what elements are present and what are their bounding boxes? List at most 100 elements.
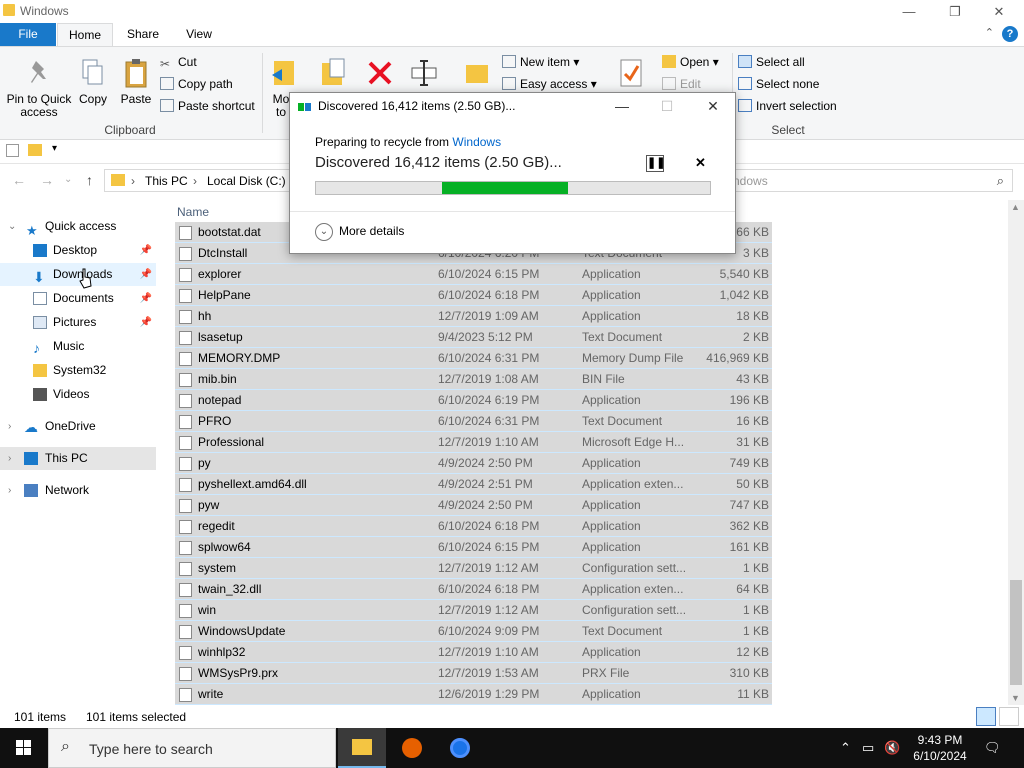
tab-share[interactable]: Share <box>116 23 170 46</box>
nav-item-pictures[interactable]: Pictures 📌 <box>0 311 156 334</box>
table-row[interactable]: system 12/7/2019 1:12 AM Configuration set… <box>175 558 772 579</box>
chevron-right-icon[interactable]: › <box>8 415 11 438</box>
table-row[interactable]: explorer 6/10/2024 6:15 PM Application 5,54… <box>175 264 772 285</box>
pin-to-quick-access-button[interactable]: Pin to Quick access <box>4 57 74 119</box>
new-folder-button[interactable] <box>462 57 492 93</box>
chevron-right-icon[interactable]: › <box>8 479 11 502</box>
easy-access-button[interactable]: Easy access ▾ <box>502 74 597 94</box>
start-button[interactable] <box>0 728 48 768</box>
scroll-up-icon[interactable]: ▲ <box>1011 202 1020 212</box>
nav-network[interactable]: › Network <box>0 479 156 502</box>
open-button[interactable]: Open ▾ <box>662 52 719 72</box>
pause-button[interactable]: ❚❚ <box>646 155 665 172</box>
source-folder-link[interactable]: Windows <box>452 135 501 149</box>
more-details-button[interactable]: ⌄ More details <box>315 223 404 241</box>
properties-qat-icon[interactable] <box>6 144 19 157</box>
cancel-operation-button[interactable]: ✕ <box>695 155 706 171</box>
details-view-icon[interactable] <box>976 707 996 726</box>
large-icons-view-icon[interactable] <box>999 707 1019 726</box>
nav-onedrive[interactable]: › ☁ OneDrive <box>0 415 156 438</box>
chevron-right-icon[interactable]: › <box>193 174 197 188</box>
table-row[interactable]: pyshellext.amd64.dll 4/9/2024 2:51 PM Appl… <box>175 474 772 495</box>
table-row[interactable]: WindowsUpdate 6/10/2024 9:09 PM Text Docum… <box>175 621 772 642</box>
table-row[interactable]: Professional 12/7/2019 1:10 AM Microsoft E… <box>175 432 772 453</box>
table-row[interactable]: twain_32.dll 6/10/2024 6:18 PM Application… <box>175 579 772 600</box>
chevron-down-icon[interactable]: ⌄ <box>8 215 16 238</box>
maximize-button[interactable]: ❐ <box>932 0 978 23</box>
paste-button[interactable]: Paste <box>118 57 154 106</box>
nav-item-music[interactable]: ♪ Music <box>0 335 156 358</box>
chevron-right-icon[interactable]: › <box>8 447 11 470</box>
breadcrumb-this-pc[interactable]: This PC <box>145 174 188 188</box>
table-row[interactable]: pyw 4/9/2024 2:50 PM Application 747 KB <box>175 495 772 516</box>
nav-item-documents[interactable]: Documents 📌 <box>0 287 156 310</box>
rename-button[interactable] <box>406 57 442 93</box>
address-bar[interactable]: › This PC › Local Disk (C:) <box>104 169 304 192</box>
scrollbar-thumb[interactable] <box>1010 580 1022 685</box>
invert-selection-button[interactable]: Invert selection <box>738 96 837 116</box>
tab-file[interactable]: File <box>0 23 56 46</box>
forward-arrow-icon[interactable]: → <box>40 172 54 188</box>
help-icon[interactable]: ? <box>1002 26 1018 42</box>
nav-item-desktop[interactable]: Desktop 📌 <box>0 239 156 262</box>
table-row[interactable]: mib.bin 12/7/2019 1:08 AM BIN File 43 KB <box>175 369 772 390</box>
table-row[interactable]: HelpPane 6/10/2024 6:18 PM Application 1,04… <box>175 285 772 306</box>
select-none-button[interactable]: Select none <box>738 74 819 94</box>
scroll-down-icon[interactable]: ▼ <box>1011 693 1020 703</box>
vertical-scrollbar[interactable]: ▲ ▼ <box>1008 200 1024 705</box>
customize-qat-icon[interactable]: ▾ <box>52 143 57 154</box>
recent-chevron-icon[interactable]: ⌄ <box>64 174 72 185</box>
nav-quick-access[interactable]: ⌄ ★ Quick access <box>0 215 156 238</box>
tray-chevron-up-icon[interactable]: ⌃ <box>840 740 851 756</box>
close-button[interactable]: ✕ <box>976 0 1022 23</box>
breadcrumb-local-disk[interactable]: Local Disk (C:) <box>207 174 286 188</box>
table-row[interactable]: py 4/9/2024 2:50 PM Application 749 KB <box>175 453 772 474</box>
table-row[interactable]: MEMORY.DMP 6/10/2024 6:31 PM Memory Dump F… <box>175 348 772 369</box>
new-folder-qat-icon[interactable] <box>28 144 42 156</box>
dialog-minimize-button[interactable]: — <box>602 95 642 117</box>
taskbar-search-input[interactable]: ⌕ Type here to search <box>48 728 336 768</box>
table-row[interactable]: write 12/6/2019 1:29 PM Application 11 KB <box>175 684 772 705</box>
dialog-close-button[interactable]: ✕ <box>693 95 733 117</box>
file-icon <box>179 688 192 702</box>
chrome-taskbar-button[interactable] <box>436 728 484 768</box>
table-row[interactable]: WMSysPr9.prx 12/7/2019 1:53 AM PRX File 310… <box>175 663 772 684</box>
nav-this-pc[interactable]: › This PC <box>0 447 156 470</box>
file-explorer-taskbar-button[interactable] <box>338 728 386 768</box>
copy-path-button[interactable]: Copy path <box>160 74 233 94</box>
delete-button[interactable] <box>362 57 398 93</box>
search-input[interactable]: ndows ⌕ <box>730 169 1013 192</box>
tab-home[interactable]: Home <box>57 23 113 46</box>
copy-to-button[interactable] <box>316 57 350 93</box>
chevron-right-icon[interactable]: › <box>131 174 135 188</box>
new-item-button[interactable]: New item ▾ <box>502 52 579 72</box>
table-row[interactable]: PFRO 6/10/2024 6:31 PM Text Document 16 KB <box>175 411 772 432</box>
back-arrow-icon[interactable]: ← <box>12 172 26 188</box>
table-row[interactable]: hh 12/7/2019 1:09 AM Application 18 KB <box>175 306 772 327</box>
cut-button[interactable]: ✂ Cut <box>160 52 197 72</box>
nav-item-videos[interactable]: Videos <box>0 383 156 406</box>
properties-button[interactable] <box>614 57 648 93</box>
table-row[interactable]: splwow64 6/10/2024 6:15 PM Application 161 … <box>175 537 772 558</box>
folder-icon <box>33 364 47 377</box>
copy-button[interactable]: Copy <box>76 57 110 106</box>
table-row[interactable]: notepad 6/10/2024 6:19 PM Application 196 K… <box>175 390 772 411</box>
select-all-button[interactable]: Select all <box>738 52 805 72</box>
network-tray-icon[interactable]: ▭ <box>862 740 874 756</box>
volume-muted-icon[interactable]: 🔇 <box>884 740 900 756</box>
nav-item-system32[interactable]: System32 <box>0 359 156 382</box>
system-clock[interactable]: 9:43 PM 6/10/2024 <box>905 732 975 764</box>
up-arrow-icon[interactable]: ↑ <box>86 172 93 188</box>
edit-button[interactable]: Edit <box>662 74 701 94</box>
column-header-name[interactable]: Name <box>177 205 209 219</box>
minimize-button[interactable]: — <box>886 0 932 23</box>
table-row[interactable]: winhlp32 12/7/2019 1:10 AM Application 12 K… <box>175 642 772 663</box>
notifications-icon[interactable]: 🗨 <box>984 740 1001 756</box>
tab-view[interactable]: View <box>172 23 226 46</box>
table-row[interactable]: lsasetup 9/4/2023 5:12 PM Text Document 2 K… <box>175 327 772 348</box>
table-row[interactable]: regedit 6/10/2024 6:18 PM Application 362 K… <box>175 516 772 537</box>
paste-shortcut-button[interactable]: Paste shortcut <box>160 96 255 116</box>
firefox-taskbar-button[interactable] <box>388 728 436 768</box>
collapse-ribbon-icon[interactable]: ⌃ <box>985 26 994 39</box>
table-row[interactable]: win 12/7/2019 1:12 AM Configuration sett..… <box>175 600 772 621</box>
